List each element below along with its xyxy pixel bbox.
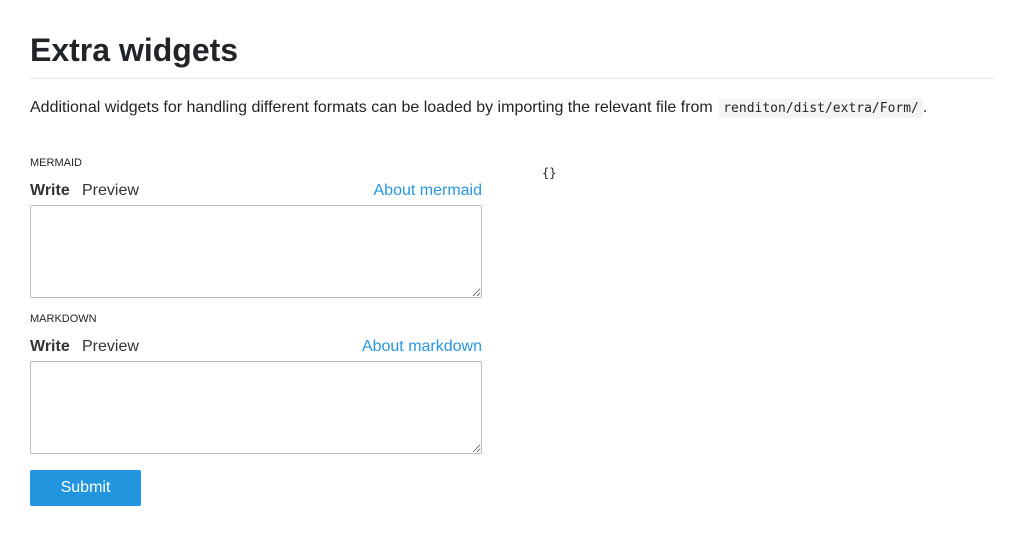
divider bbox=[30, 78, 994, 79]
mermaid-tabs: Write Preview About mermaid bbox=[30, 181, 482, 205]
intro-suffix: . bbox=[922, 99, 928, 116]
page: Extra widgets Additional widgets for han… bbox=[0, 0, 1024, 539]
mermaid-label: MERMAID bbox=[30, 157, 82, 169]
markdown-write-tab[interactable]: Write bbox=[30, 337, 70, 357]
extra-widgets-form: MERMAID Write Preview About mermaid MARK… bbox=[30, 156, 482, 506]
mermaid-textarea[interactable] bbox=[30, 205, 482, 298]
mermaid-write-tab[interactable]: Write bbox=[30, 181, 70, 201]
about-markdown-link[interactable]: About markdown bbox=[362, 337, 482, 357]
intro-paragraph: Additional widgets for handling differen… bbox=[30, 97, 994, 120]
markdown-label: MARKDOWN bbox=[30, 313, 97, 325]
submit-button[interactable]: Submit bbox=[30, 470, 141, 506]
form-output-json: {} bbox=[542, 166, 557, 180]
page-title: Extra widgets bbox=[30, 32, 239, 68]
markdown-field-group: MARKDOWN Write Preview About markdown bbox=[30, 312, 482, 454]
intro-text: Additional widgets for handling differen… bbox=[30, 99, 713, 116]
intro-code: renditon/dist/extra/Form/ bbox=[719, 99, 923, 118]
mermaid-preview-tab[interactable]: Preview bbox=[82, 181, 139, 201]
mermaid-field-group: MERMAID Write Preview About mermaid bbox=[30, 156, 482, 298]
markdown-textarea[interactable] bbox=[30, 361, 482, 454]
markdown-preview-tab[interactable]: Preview bbox=[82, 337, 139, 357]
about-mermaid-link[interactable]: About mermaid bbox=[374, 181, 483, 201]
markdown-tabs: Write Preview About markdown bbox=[30, 337, 482, 361]
